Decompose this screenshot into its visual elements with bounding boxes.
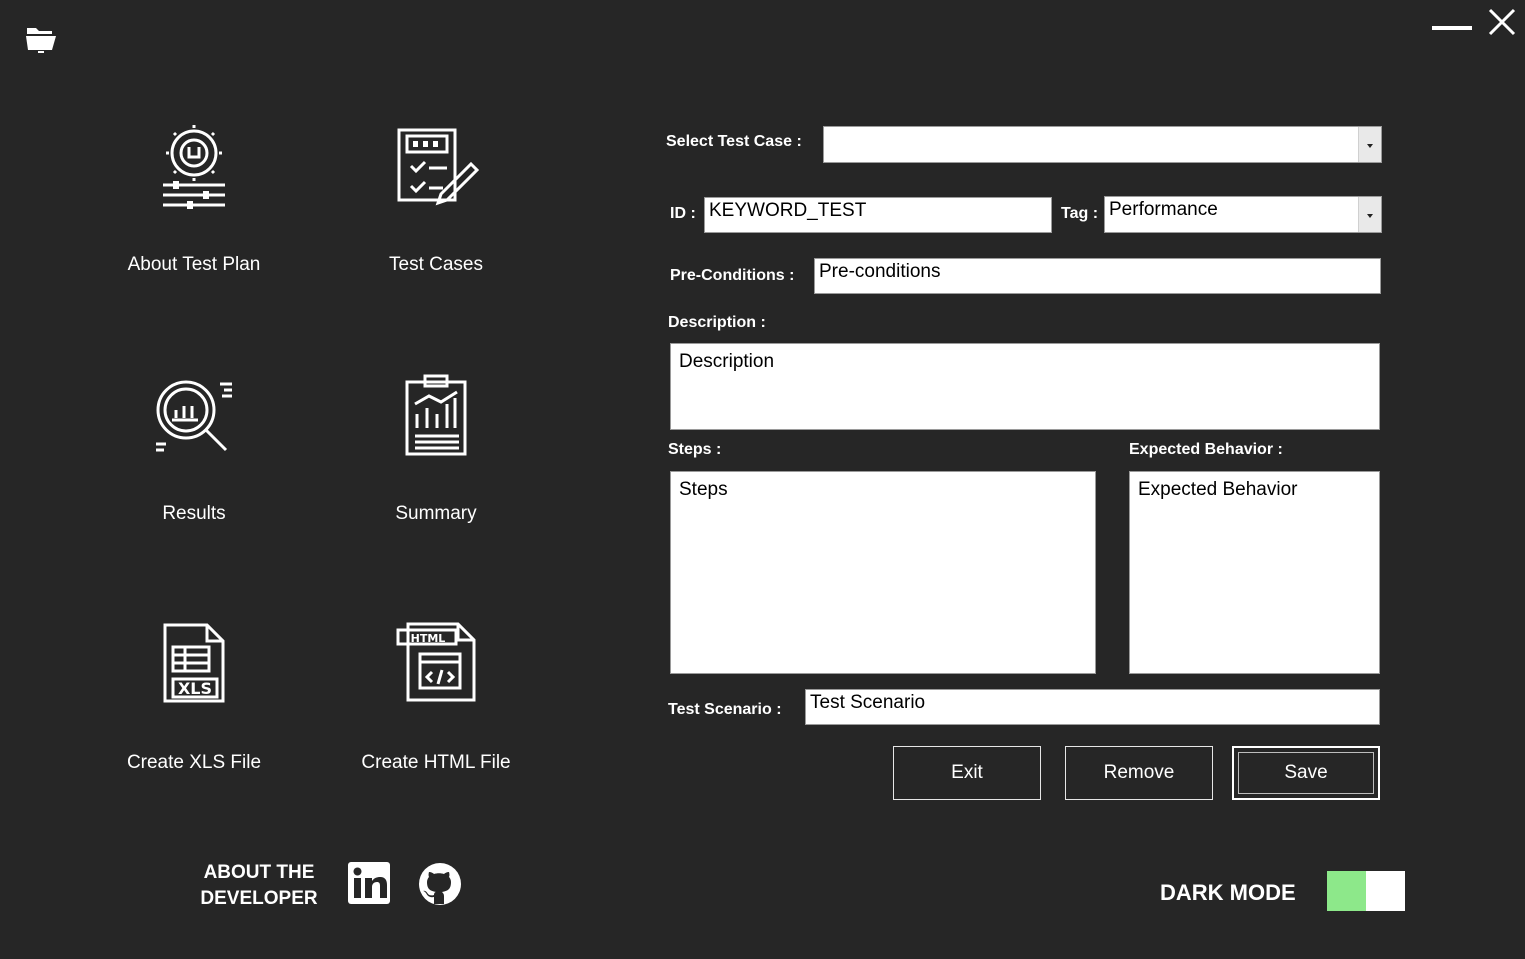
test-scenario-input[interactable]: Test Scenario [805,689,1380,725]
select-test-case-label: Select Test Case : [666,133,802,150]
chevron-down-icon [1358,127,1381,162]
select-test-case-dropdown[interactable] [823,126,1382,163]
svg-text:XLS: XLS [178,679,212,698]
steps-label: Steps : [668,441,722,458]
nav-create-html[interactable]: HTML Create HTML File [336,618,536,818]
save-button[interactable]: Save [1232,746,1380,800]
nav-label: Create HTML File [361,752,511,773]
nav-label: Create XLS File [126,752,262,773]
minimize-icon [1432,26,1472,30]
tag-label: Tag : [1061,205,1099,222]
xls-file-icon: XLS [163,623,225,703]
github-icon[interactable] [418,862,462,906]
minimize-button[interactable] [1428,8,1474,38]
toggle-on-indicator [1327,871,1366,911]
nav-label: About Test Plan [127,254,261,275]
nav-test-cases[interactable]: Test Cases [336,120,536,320]
dark-mode-label: DARK MODE [1160,880,1296,905]
remove-button-label: Remove [1103,762,1175,783]
nav-about-test-plan[interactable]: About Test Plan [94,120,294,320]
close-button[interactable] [1484,4,1520,40]
save-button-label: Save [1284,762,1328,783]
id-label: ID : [670,205,696,222]
description-label: Description : [668,314,766,331]
chevron-down-icon [1358,197,1381,232]
test-scenario-label: Test Scenario : [668,701,782,718]
close-icon [1488,8,1516,36]
description-textarea[interactable]: Description [670,343,1380,430]
magnifier-chart-icon [156,380,232,452]
linkedin-icon[interactable] [348,862,390,904]
nav-label: Results [162,503,226,524]
about-line-1: ABOUT THE [203,862,315,883]
html-file-icon: HTML [396,622,476,702]
expected-behavior-textarea[interactable]: Expected Behavior [1129,471,1380,674]
checklist-edit-icon [397,128,479,206]
clipboard-chart-icon [405,374,467,456]
nav-results[interactable]: Results [94,369,294,569]
nav-create-xls[interactable]: XLS Create XLS File [94,618,294,818]
svg-text:HTML: HTML [411,632,446,645]
id-input[interactable]: KEYWORD_TEST [704,197,1052,233]
dark-mode-toggle[interactable] [1327,871,1405,911]
tag-dropdown[interactable]: Performance [1104,196,1382,233]
preconditions-label: Pre-Conditions : [670,267,795,284]
nav-summary[interactable]: Summary [336,369,536,569]
about-developer-label: ABOUT THE DEVELOPER [194,860,324,912]
expected-behavior-label: Expected Behavior : [1129,441,1283,458]
nav-label: Test Cases [389,254,483,275]
exit-button-label: Exit [951,762,983,783]
remove-button[interactable]: Remove [1065,746,1213,800]
tag-value: Performance [1109,199,1218,220]
about-line-2: DEVELOPER [200,888,318,909]
preconditions-input[interactable]: Pre-conditions [814,258,1381,294]
exit-button[interactable]: Exit [893,746,1041,800]
gear-settings-icon [163,125,225,209]
folder-open-icon[interactable] [24,24,58,54]
steps-textarea[interactable]: Steps [670,471,1096,674]
nav-label: Summary [395,503,477,524]
